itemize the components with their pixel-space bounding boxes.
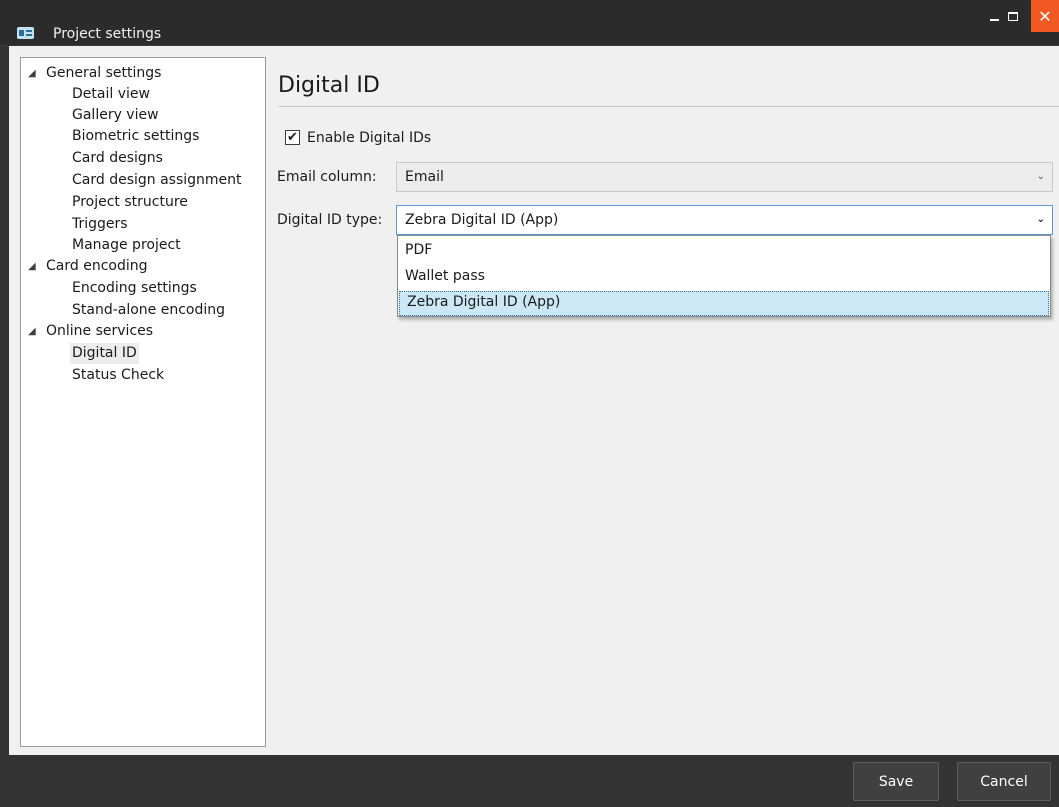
email-column-select[interactable]: Email ⌄ [396, 162, 1053, 192]
digital-id-type-select[interactable]: Zebra Digital ID (App) ⌄ [396, 205, 1053, 235]
tree-item-status-check[interactable]: Status Check [72, 365, 164, 386]
collapse-triangle-icon: ◢ [28, 261, 36, 272]
close-button[interactable]: ✕ [1031, 0, 1059, 32]
digital-id-type-label: Digital ID type: [277, 212, 383, 228]
digital-id-type-dropdown: PDF Wallet pass Zebra Digital ID (App) [397, 235, 1051, 317]
tree-item-card-designs[interactable]: Card designs [72, 148, 163, 169]
tree-group-label: General settings [46, 65, 162, 81]
tree-item-digital-id[interactable]: Digital ID [70, 343, 139, 364]
tree-item-manage-project[interactable]: Manage project [72, 235, 181, 256]
chevron-down-icon: ⌄ [1036, 171, 1045, 182]
tree-group-online-services[interactable]: ◢ Online services [28, 321, 153, 342]
tree-item-triggers[interactable]: Triggers [72, 214, 128, 235]
header-divider [278, 106, 1059, 107]
checkmark-icon: ✔ [287, 130, 298, 145]
dialog-footer: Save Cancel [0, 755, 1059, 807]
page-title: Digital ID [278, 73, 380, 98]
title-bar: Project settings ✕ [0, 0, 1059, 46]
tree-group-label: Card encoding [46, 258, 148, 274]
minimize-icon [989, 19, 999, 21]
tree-item-project-structure[interactable]: Project structure [72, 192, 188, 213]
email-column-label: Email column: [277, 169, 377, 185]
tree-item-detail-view[interactable]: Detail view [72, 84, 150, 105]
enable-digital-ids-checkbox[interactable]: ✔ [285, 130, 300, 145]
maximize-icon [1008, 11, 1018, 21]
settings-panel: ◢ General settings Detail view Gallery vi… [9, 46, 1059, 755]
tree-item-encoding-settings[interactable]: Encoding settings [72, 278, 197, 299]
settings-tree[interactable]: ◢ General settings Detail view Gallery vi… [20, 57, 266, 747]
option-wallet-pass[interactable]: Wallet pass [398, 264, 1050, 289]
collapse-triangle-icon: ◢ [28, 68, 36, 79]
window-title: Project settings [53, 26, 162, 42]
option-pdf[interactable]: PDF [398, 238, 1050, 263]
cancel-button[interactable]: Cancel [957, 762, 1051, 801]
tree-group-card-encoding[interactable]: ◢ Card encoding [28, 256, 148, 277]
tree-item-card-design-assignment[interactable]: Card design assignment [72, 170, 242, 191]
tree-group-label: Online services [46, 323, 154, 339]
close-icon: ✕ [1038, 6, 1052, 26]
chevron-down-icon: ⌄ [1036, 214, 1045, 225]
tree-group-general-settings[interactable]: ◢ General settings [28, 63, 161, 84]
tree-item-stand-alone-encoding[interactable]: Stand-alone encoding [72, 300, 225, 321]
collapse-triangle-icon: ◢ [28, 326, 36, 337]
digital-id-type-value: Zebra Digital ID (App) [405, 212, 559, 228]
enable-digital-ids-label[interactable]: Enable Digital IDs [307, 128, 431, 148]
tree-item-gallery-view[interactable]: Gallery view [72, 105, 159, 126]
maximize-button[interactable] [1000, 2, 1026, 30]
option-zebra-digital-id-app[interactable]: Zebra Digital ID (App) [399, 291, 1049, 316]
id-card-icon [17, 27, 34, 39]
save-button[interactable]: Save [853, 762, 939, 801]
tree-item-biometric-settings[interactable]: Biometric settings [72, 126, 199, 147]
email-column-value: Email [405, 169, 444, 185]
